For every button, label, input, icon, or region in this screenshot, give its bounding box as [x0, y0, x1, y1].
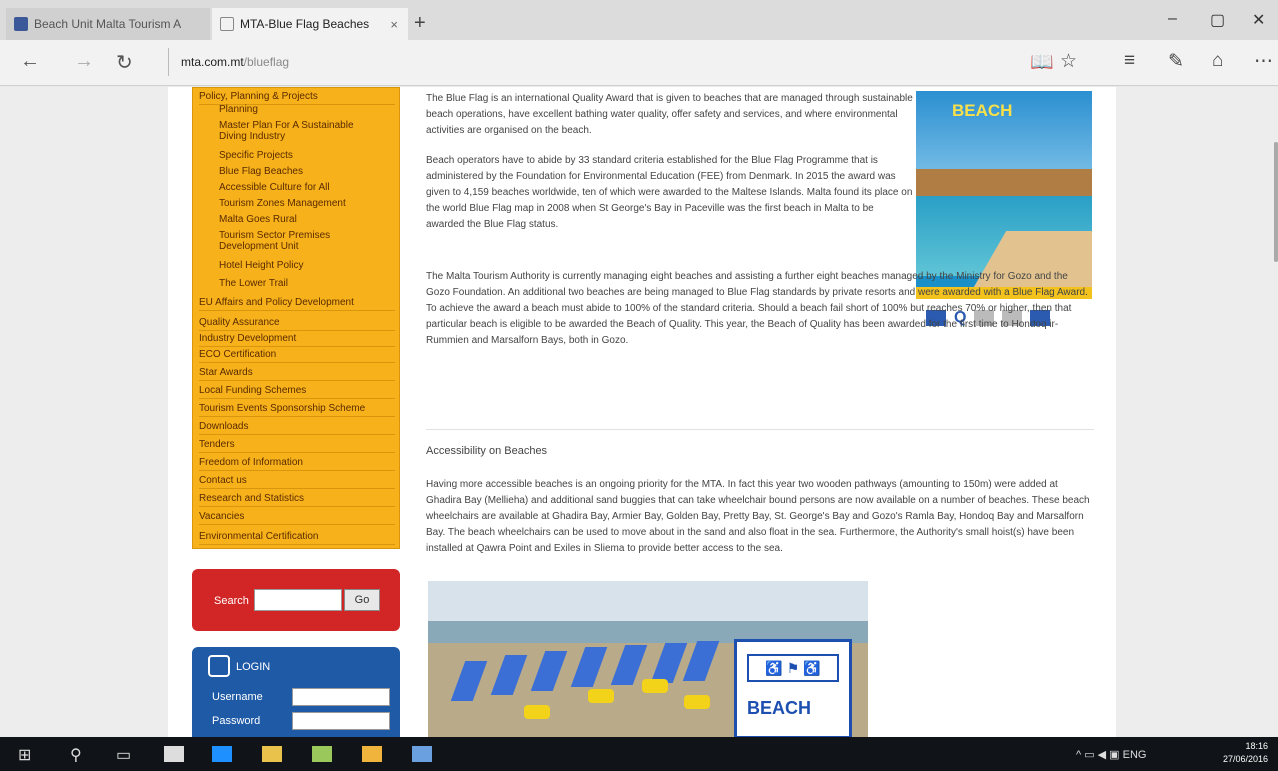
new-tab-button[interactable]: + [414, 12, 426, 35]
search-icon[interactable]: ⚲ [70, 745, 82, 765]
blue-flag-criteria: Beach operators have to abide by 33 stan… [426, 155, 913, 230]
sidebar-item-eco-certification[interactable]: ECO Certification [199, 346, 395, 363]
search-input[interactable] [254, 589, 342, 611]
accessibility-heading: Accessibility on Beaches [426, 445, 548, 457]
sidebar-item-industry-development[interactable]: Industry Development [199, 330, 395, 347]
sidebar-item-research-and-statistics[interactable]: Research and Statistics [199, 490, 395, 507]
poster-title: BEACH [952, 101, 1013, 120]
facebook-icon [14, 17, 28, 31]
sidebar-item-the-lower-trail[interactable]: The Lower Trail [219, 278, 379, 289]
accessibility-paragraph: Having more accessible beaches is an ong… [426, 479, 1090, 554]
favorite-star-icon[interactable]: ☆ [1060, 50, 1077, 73]
share-icon[interactable]: ⌂ [1212, 50, 1223, 72]
poster-cliff [916, 169, 1092, 199]
sidebar-item-master-plan-for-a-sustainable-diving-industry[interactable]: Master Plan For A Sustainable Diving Ind… [219, 120, 379, 142]
lock-icon [208, 655, 230, 677]
search-label: Search [214, 595, 249, 607]
tab-beach-unit[interactable]: Beach Unit Malta Tourism A [6, 8, 210, 40]
sidebar-item-freedom-of-information[interactable]: Freedom of Information [199, 454, 395, 471]
clock[interactable]: 18:16 27/06/2016 [1223, 740, 1268, 766]
wheelchair-float [642, 679, 668, 693]
file-explorer-icon[interactable] [262, 746, 282, 762]
sidebar-item-local-funding-schemes[interactable]: Local Funding Schemes [199, 382, 395, 399]
sidebar-item-accessible-culture-for-all[interactable]: Accessible Culture for All [219, 182, 379, 193]
close-window-button[interactable]: ✕ [1252, 10, 1265, 30]
sidebar-item-tourism-sector-premises-development-unit[interactable]: Tourism Sector Premises Development Unit [219, 230, 379, 252]
page-content: Policy, Planning & Projects Planning Maste… [168, 87, 1116, 737]
username-field[interactable] [292, 688, 390, 706]
sidebar-item-tourism-zones-management[interactable]: Tourism Zones Management [219, 198, 379, 209]
beach-wheelchair-photo: ♿ ⚑ ♿ BEACH [428, 581, 868, 737]
sidebar-item-vacancies[interactable]: Vacancies [199, 508, 395, 525]
folder-icon[interactable] [362, 746, 382, 762]
sidebar-item-hotel-height-policy[interactable]: Hotel Height Policy [219, 260, 379, 271]
accessible-beach-sign: ♿ ⚑ ♿ BEACH [734, 639, 852, 737]
search-go-button[interactable]: Go [344, 589, 380, 611]
task-view-icon[interactable]: ▭ [116, 745, 131, 765]
username-label: Username [212, 691, 263, 703]
address-path: /blueflag [243, 55, 290, 69]
tab-label: Beach Unit Malta Tourism A [34, 17, 182, 31]
search-box: Search Go [192, 569, 400, 631]
blue-flag-intro: The Blue Flag is an international Qualit… [426, 93, 913, 136]
sidebar-item-blue-flag-beaches[interactable]: Blue Flag Beaches [219, 166, 379, 177]
sidebar-item-quality-assurance[interactable]: Quality Assurance [199, 314, 395, 331]
clock-time: 18:16 [1245, 741, 1268, 751]
wheelchair-float [588, 689, 614, 703]
back-icon[interactable]: ← [20, 50, 40, 73]
sidebar-item-tourism-events-sponsorship-scheme[interactable]: Tourism Events Sponsorship Scheme [199, 400, 395, 417]
sidebar-item-policy-planning-projects[interactable]: Policy, Planning & Projects [199, 88, 395, 105]
login-box: LOGIN Username Password [192, 647, 400, 737]
section-divider [426, 429, 1094, 430]
wheelchair-float [684, 695, 710, 709]
photo-sky [428, 581, 868, 621]
sidebar-item-tenders[interactable]: Tenders [199, 436, 395, 453]
address-domain: mta.com.mt [181, 55, 244, 69]
clock-date: 27/06/2016 [1222, 754, 1268, 764]
sidebar-item-eu-affairs-and-policy-development[interactable]: EU Affairs and Policy Development [199, 294, 395, 311]
more-icon[interactable]: ⋯ [1254, 50, 1273, 73]
tab-blue-flag-active[interactable]: MTA-Blue Flag Beaches × [212, 8, 408, 40]
reading-view-icon[interactable]: 📖 [1030, 50, 1054, 74]
address-bar[interactable]: mta.com.mt/blueflag [168, 48, 1008, 76]
tab-bar: Beach Unit Malta Tourism A MTA-Blue Flag… [0, 0, 1278, 40]
start-icon[interactable]: ⊞ [18, 745, 31, 765]
page-icon [220, 17, 234, 31]
sidebar-item-specific-projects[interactable]: Specific Projects [219, 150, 379, 161]
sidebar-item-star-awards[interactable]: Star Awards [199, 364, 395, 381]
login-title: LOGIN [236, 661, 271, 673]
refresh-icon[interactable]: ↻ [116, 50, 133, 75]
store-icon[interactable] [164, 746, 184, 762]
app-icon[interactable] [312, 746, 332, 762]
password-label: Password [212, 715, 261, 727]
tab-label: MTA-Blue Flag Beaches [240, 17, 370, 31]
accessibility-icons: ♿ ⚑ ♿ [747, 654, 839, 682]
sidebar-menu: Policy, Planning & Projects Planning Maste… [192, 87, 400, 549]
mta-beaches-paragraph: The Malta Tourism Authority is currently… [426, 271, 1088, 346]
sidebar-item-contact-us[interactable]: Contact us [199, 472, 395, 489]
minimize-button[interactable]: – [1168, 10, 1177, 28]
scrollbar-thumb[interactable] [1274, 142, 1278, 262]
hub-icon[interactable]: ≡ [1124, 50, 1135, 72]
forward-icon[interactable]: → [74, 50, 94, 73]
beach-sign-text: BEACH [747, 698, 812, 718]
password-field[interactable] [292, 712, 390, 730]
web-note-icon[interactable]: ✎ [1168, 50, 1184, 73]
sidebar-item-planning[interactable]: Planning [219, 104, 379, 115]
sidebar-item-environmental-certification[interactable]: Environmental Certification [199, 528, 395, 545]
wheelchair-float [524, 705, 550, 719]
page-viewport: Policy, Planning & Projects Planning Maste… [0, 87, 1278, 737]
sidebar-item-downloads[interactable]: Downloads [199, 418, 395, 435]
word-icon[interactable] [412, 746, 432, 762]
maximize-button[interactable]: ▢ [1210, 10, 1225, 30]
sidebar-item-malta-goes-rural[interactable]: Malta Goes Rural [219, 214, 379, 225]
close-tab-icon[interactable]: × [390, 17, 398, 32]
system-tray[interactable]: ^ ▭ ◀ ▣ ENG [1076, 748, 1146, 761]
address-toolbar: ← → ↻ mta.com.mt/blueflag 📖 ☆ ≡ ✎ ⌂ ⋯ [0, 40, 1278, 86]
windows-taskbar: ⊞ ⚲ ▭ ^ ▭ ◀ ▣ ENG 18:16 27/06/2016 [0, 737, 1278, 771]
edge-browser-icon[interactable] [212, 746, 232, 762]
